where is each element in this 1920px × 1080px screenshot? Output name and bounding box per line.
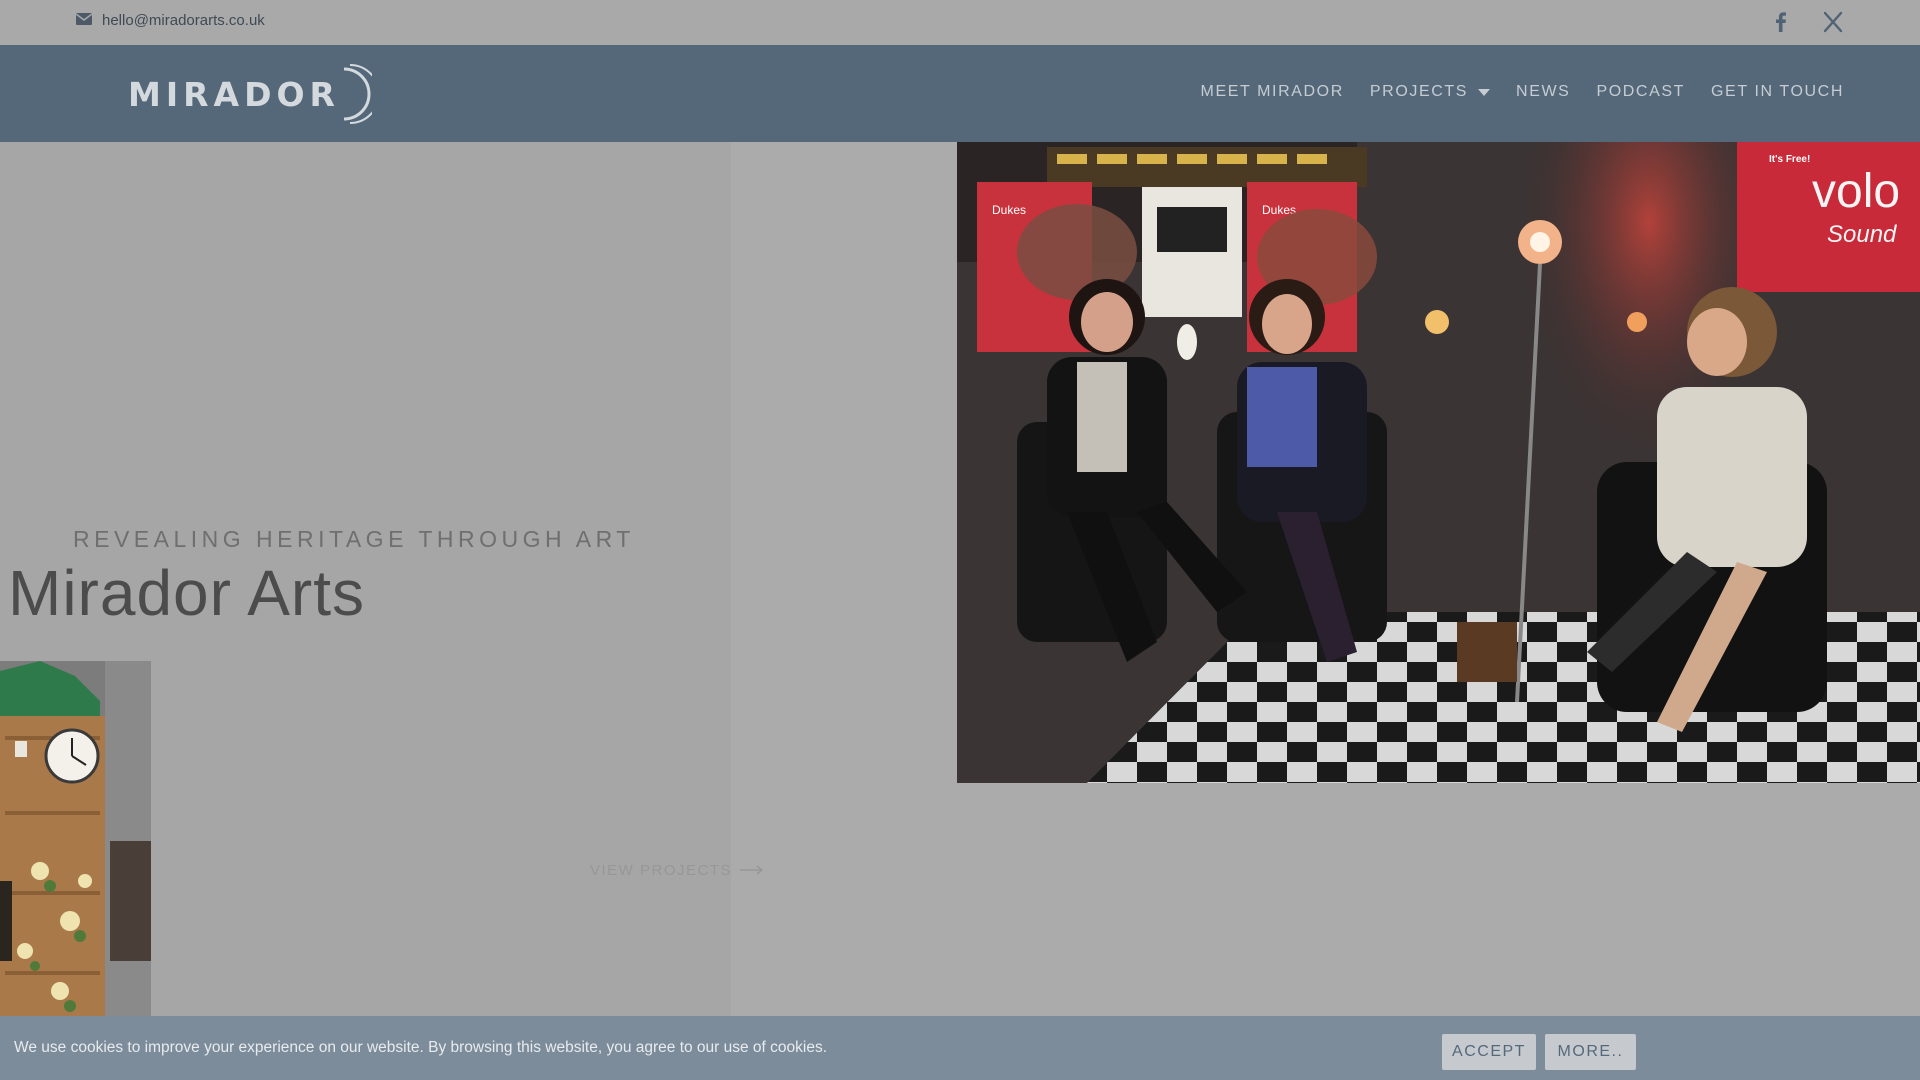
accept-cookies-button[interactable]: ACCEPT — [1442, 1034, 1536, 1070]
social-links — [1770, 11, 1844, 33]
arrow-right-icon — [740, 862, 764, 879]
poster-text-free: It's Free! — [1769, 154, 1810, 165]
caret-down-icon — [1478, 88, 1491, 96]
nav-item-get-in-touch[interactable]: GET IN TOUCH — [1711, 83, 1844, 101]
envelope-icon — [75, 12, 93, 29]
facebook-icon[interactable] — [1770, 11, 1792, 33]
more-info-button[interactable]: MORE.. — [1545, 1034, 1636, 1070]
poster-text-sound: Sound — [1827, 221, 1897, 248]
contact-email[interactable]: hello@miradorarts.co.uk — [75, 12, 265, 29]
view-projects-link[interactable]: VIEW PROJECTS — [590, 862, 764, 879]
poster-text-volo: volo — [1812, 165, 1900, 218]
cookie-banner: We use cookies to improve your experienc… — [0, 1016, 1920, 1080]
x-icon[interactable] — [1822, 11, 1844, 33]
nav-item-podcast[interactable]: PODCAST — [1596, 83, 1685, 101]
view-projects-label: VIEW PROJECTS — [590, 862, 733, 879]
nav-item-news[interactable]: NEWS — [1516, 83, 1570, 101]
email-link[interactable]: hello@miradorarts.co.uk — [102, 12, 265, 29]
hero-photo: Dukes Dukes volo Sound It's Free! — [957, 142, 1920, 783]
hero-tagline: REVEALING HERITAGE THROUGH ART — [73, 526, 635, 552]
main-navigation: MIRADOR MEET MIRADOR PROJECTS NEWS PODCA… — [0, 45, 1920, 142]
logo-text: MIRADOR — [128, 74, 340, 114]
hero-title: Mirador Arts — [8, 557, 365, 629]
nav-item-meet-mirador[interactable]: MEET MIRADOR — [1201, 83, 1344, 101]
site-logo[interactable]: MIRADOR — [128, 63, 372, 125]
cookie-message: We use cookies to improve your experienc… — [14, 1039, 828, 1056]
nav-menu: MEET MIRADOR PROJECTS NEWS PODCAST GET I… — [1201, 83, 1844, 101]
nav-item-projects[interactable]: PROJECTS — [1370, 83, 1491, 101]
poster-text-1: Dukes — [992, 203, 1026, 217]
top-bar: hello@miradorarts.co.uk — [0, 0, 1920, 45]
logo-arc-icon — [343, 64, 372, 124]
